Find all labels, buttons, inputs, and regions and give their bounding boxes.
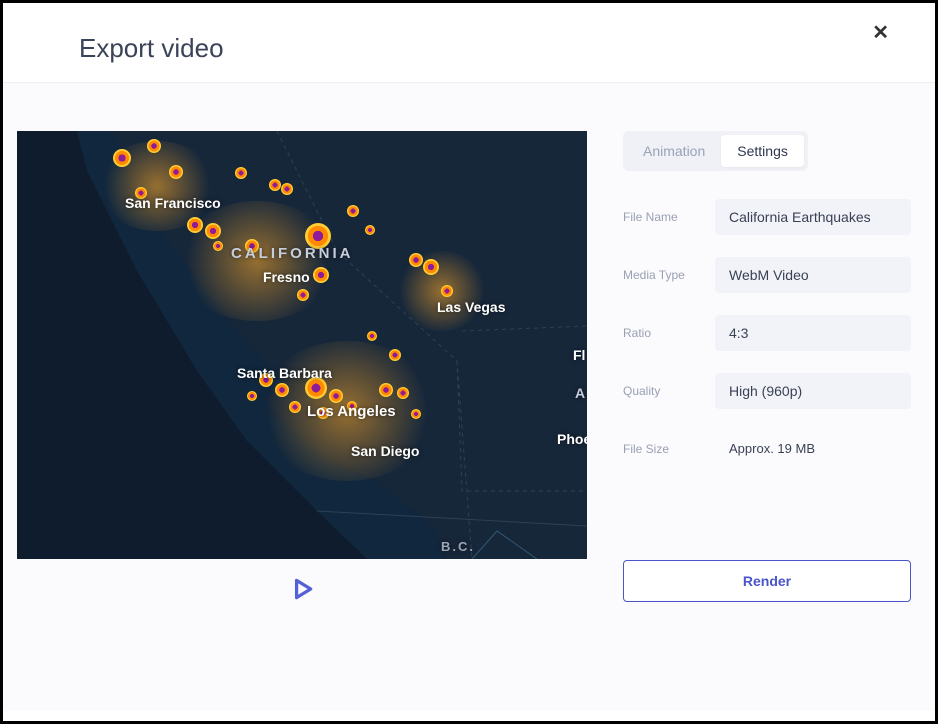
row-quality: Quality High (960p) xyxy=(623,373,911,409)
modal-header: Export video ✕ xyxy=(3,3,935,83)
label-ratio: Ratio xyxy=(623,326,715,340)
row-mediatype: Media Type WebM Video xyxy=(623,257,911,293)
label-quality: Quality xyxy=(623,384,715,398)
render-button[interactable]: Render xyxy=(623,560,911,602)
modal-body: San Francisco CALIFORNIA Fresno Las Vega… xyxy=(3,83,935,711)
tab-settings[interactable]: Settings xyxy=(721,135,804,167)
row-filename: File Name California Earthquakes xyxy=(623,199,911,235)
label-mediatype: Media Type xyxy=(623,268,715,282)
select-quality[interactable]: High (960p) xyxy=(715,373,911,409)
map-label-la: Los Angeles xyxy=(307,403,396,420)
export-video-modal: Export video ✕ xyxy=(0,0,938,724)
play-icon[interactable] xyxy=(289,576,315,602)
map-label-california: CALIFORNIA xyxy=(231,245,354,262)
modal-title: Export video xyxy=(79,33,224,64)
tab-animation[interactable]: Animation xyxy=(627,135,721,167)
map-preview: San Francisco CALIFORNIA Fresno Las Vega… xyxy=(17,131,587,559)
label-filename: File Name xyxy=(623,210,715,224)
row-ratio: Ratio 4:3 xyxy=(623,315,911,351)
map-label-a: A xyxy=(575,385,585,401)
play-row xyxy=(17,559,587,619)
map-label-bc: B.C. xyxy=(441,539,475,554)
value-filesize: Approx. 19 MB xyxy=(715,431,911,466)
row-filesize: File Size Approx. 19 MB xyxy=(623,431,911,466)
select-ratio[interactable]: 4:3 xyxy=(715,315,911,351)
map-label-fresno: Fresno xyxy=(263,269,310,285)
preview-column: San Francisco CALIFORNIA Fresno Las Vega… xyxy=(17,131,587,651)
select-mediatype[interactable]: WebM Video xyxy=(715,257,911,293)
settings-panel: Animation Settings File Name California … xyxy=(623,131,917,651)
map-label-phx: Phoe xyxy=(557,431,587,447)
close-icon[interactable]: ✕ xyxy=(872,23,889,43)
label-filesize: File Size xyxy=(623,442,715,456)
input-filename[interactable]: California Earthquakes xyxy=(715,199,911,235)
map-label-sf: San Francisco xyxy=(125,195,221,211)
map-label-sd: San Diego xyxy=(351,443,419,459)
map-label-fl: Fl xyxy=(573,347,585,363)
tabs: Animation Settings xyxy=(623,131,808,171)
map-label-vegas: Las Vegas xyxy=(437,299,506,315)
map-label-sb: Santa Barbara xyxy=(237,365,332,381)
